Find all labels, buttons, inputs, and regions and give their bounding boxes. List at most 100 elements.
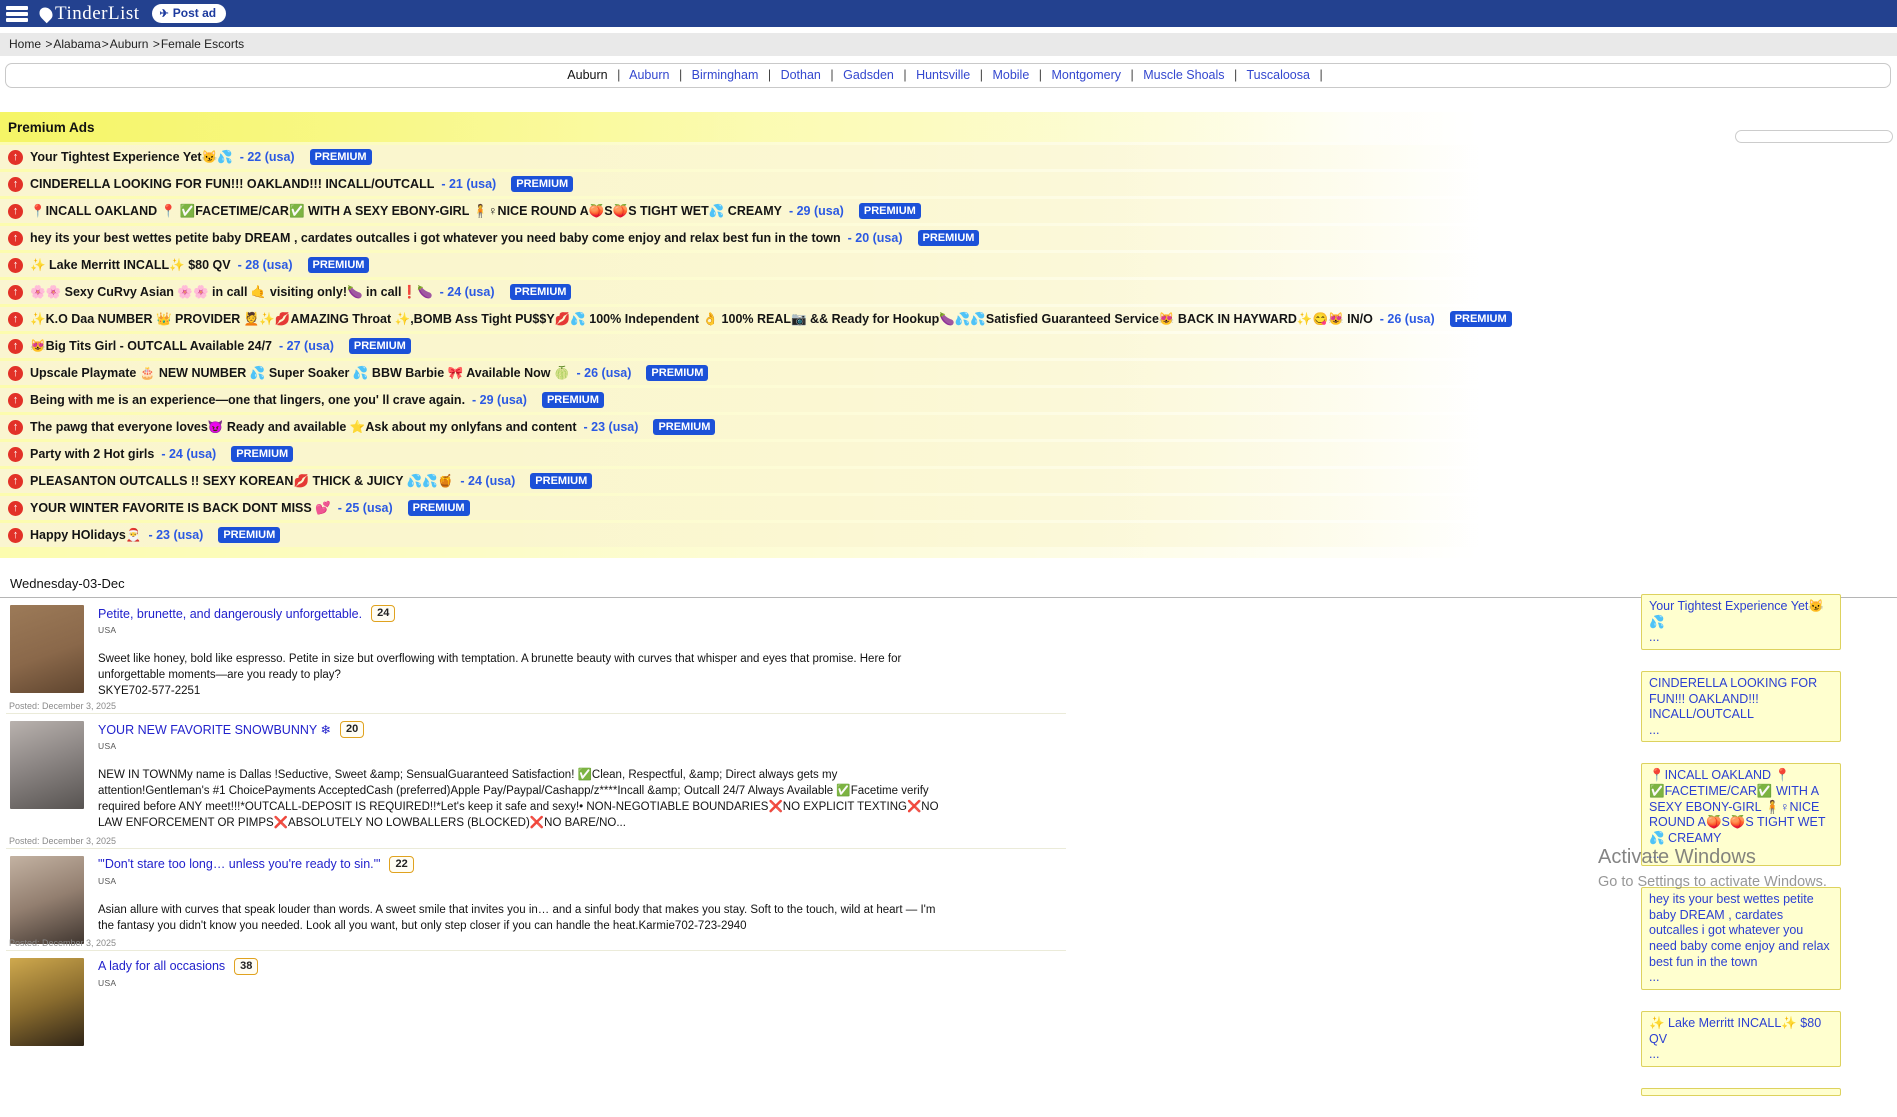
premium-badge: PREMIUM xyxy=(231,446,293,462)
city-separator: | xyxy=(980,68,983,82)
post-title-link[interactable]: "'Don't stare too long… unless you're re… xyxy=(98,857,380,871)
city-link-montgomery[interactable]: Montgomery xyxy=(1052,68,1121,82)
post-title-link[interactable]: Petite, brunette, and dangerously unforg… xyxy=(98,607,362,621)
sidebar-ad-title[interactable]: CINDERELLA LOOKING FOR FUN!!! OAKLAND!!!… xyxy=(1649,676,1817,721)
post-country: USA xyxy=(98,625,1066,635)
premium-ad-title[interactable]: YOUR WINTER FAVORITE IS BACK DONT MISS 💕 xyxy=(30,501,331,516)
premium-ad-meta: - 23 (usa) xyxy=(584,420,639,434)
premium-ad-title[interactable]: Your Tightest Experience Yet😼💦 xyxy=(30,150,233,165)
site-logo[interactable]: TinderList xyxy=(40,3,140,25)
premium-ad-title[interactable]: Party with 2 Hot girls xyxy=(30,447,154,461)
breadcrumb-auburn[interactable]: Auburn xyxy=(110,37,149,51)
city-link-tuscaloosa[interactable]: Tuscaloosa xyxy=(1247,68,1310,82)
city-link-auburn[interactable]: Auburn xyxy=(629,68,669,82)
city-link-mobile[interactable]: Mobile xyxy=(992,68,1029,82)
premium-ad-meta: - 22 (usa) xyxy=(240,150,295,164)
sidebar-ad[interactable]: Your Tightest Experience Yet😼💦 ... xyxy=(1641,594,1841,650)
premium-ad-title[interactable]: The pawg that everyone loves😈 Ready and … xyxy=(30,420,577,435)
up-arrow-icon: ↑ xyxy=(8,393,23,408)
age-badge: 24 xyxy=(371,605,395,622)
premium-ad-meta: - 29 (usa) xyxy=(789,204,844,218)
post-thumbnail[interactable] xyxy=(10,856,84,944)
premium-ad-row[interactable]: ↑ Party with 2 Hot girls - 24 (usa) PREM… xyxy=(0,442,1897,466)
post-description: Asian allure with curves that speak loud… xyxy=(98,902,943,934)
up-arrow-icon: ↑ xyxy=(8,312,23,327)
post-description: NEW IN TOWNMy name is Dallas !Seductive,… xyxy=(98,767,943,831)
premium-ad-row[interactable]: ↑ YOUR WINTER FAVORITE IS BACK DONT MISS… xyxy=(0,496,1897,520)
premium-ad-title[interactable]: Happy HOlidays🎅 xyxy=(30,528,141,543)
sidebar-ad-ellipsis: ... xyxy=(1649,1047,1833,1063)
sidebar-ad-title[interactable]: ✨ Lake Merritt INCALL✨ $80 QV xyxy=(1649,1016,1821,1046)
premium-ad-title[interactable]: 🌸🌸 Sexy CuRvy Asian 🌸🌸 in call 🤙 visitin… xyxy=(30,285,433,300)
city-link-huntsville[interactable]: Huntsville xyxy=(916,68,970,82)
post-thumbnail[interactable] xyxy=(10,958,84,1046)
premium-badge: PREMIUM xyxy=(510,284,572,300)
breadcrumb-female-escorts[interactable]: Female Escorts xyxy=(161,37,244,51)
post-ad-button[interactable]: ✈ Post ad xyxy=(152,4,227,23)
brand-name: TinderList xyxy=(55,3,140,25)
premium-ad-row[interactable]: ↑ ✨ Lake Merritt INCALL✨ $80 QV - 28 (us… xyxy=(0,253,1897,277)
premium-badge: PREMIUM xyxy=(218,527,280,543)
premium-ad-meta: - 26 (usa) xyxy=(1380,312,1435,326)
sidebar-ad[interactable]: ✨ Lake Merritt INCALL✨ $80 QV ... xyxy=(1641,1011,1841,1067)
post-title-link[interactable]: YOUR NEW FAVORITE SNOWBUNNY ❄ xyxy=(98,722,331,737)
sidebar-ad-title[interactable]: Your Tightest Experience Yet😼💦 xyxy=(1649,599,1824,629)
sidebar-ad[interactable]: hey its your best wettes petite baby DRE… xyxy=(1641,887,1841,990)
premium-ad-meta: - 24 (usa) xyxy=(440,285,495,299)
breadcrumb-separator: > xyxy=(45,37,52,51)
post-title-link[interactable]: A lady for all occasions xyxy=(98,959,225,973)
premium-ad-row[interactable]: ↑ hey its your best wettes petite baby D… xyxy=(0,226,1897,250)
menu-icon[interactable] xyxy=(6,6,28,22)
premium-ad-row[interactable]: ↑ The pawg that everyone loves😈 Ready an… xyxy=(0,415,1897,439)
premium-ad-title[interactable]: ✨ Lake Merritt INCALL✨ $80 QV xyxy=(30,258,231,273)
premium-badge: PREMIUM xyxy=(859,203,921,219)
premium-badge: PREMIUM xyxy=(646,365,708,381)
post-contact: SKYE702-577-2251 xyxy=(98,685,1066,697)
premium-ad-row[interactable]: ↑ Your Tightest Experience Yet😼💦 - 22 (u… xyxy=(0,145,1897,169)
breadcrumb-home[interactable]: Home xyxy=(9,37,41,51)
city-current: Auburn xyxy=(567,68,607,82)
post-thumbnail[interactable] xyxy=(10,605,84,693)
premium-ad-title[interactable]: Upscale Playmate 🎂 NEW NUMBER 💦 Super So… xyxy=(30,366,570,381)
premium-ad-row[interactable]: ↑ Happy HOlidays🎅 - 23 (usa) PREMIUM xyxy=(0,523,1897,547)
premium-ad-row[interactable]: ↑ ✨K.O Daa NUMBER 👑 PROVIDER 💆✨💋AMAZING … xyxy=(0,307,1897,331)
city-separator: | xyxy=(1130,68,1133,82)
sidebar-ad[interactable] xyxy=(1641,1088,1841,1096)
premium-badge: PREMIUM xyxy=(1450,311,1512,327)
premium-ad-row[interactable]: ↑ Being with me is an experience—one tha… xyxy=(0,388,1897,412)
premium-ads-heading: Premium Ads xyxy=(0,112,1897,142)
breadcrumb: Home >Alabama>Auburn >Female Escorts xyxy=(0,33,1897,56)
premium-ad-title[interactable]: PLEASANTON OUTCALLS !! SEXY KOREAN💋 THIC… xyxy=(30,474,453,489)
premium-ad-row[interactable]: ↑ 🌸🌸 Sexy CuRvy Asian 🌸🌸 in call 🤙 visit… xyxy=(0,280,1897,304)
premium-ad-title[interactable]: 📍INCALL OAKLAND 📍 ✅FACETIME/CAR✅ WITH A … xyxy=(30,204,782,219)
premium-ad-title[interactable]: hey its your best wettes petite baby DRE… xyxy=(30,231,841,245)
post-thumbnail[interactable] xyxy=(10,721,84,809)
premium-ad-row[interactable]: ↑ Upscale Playmate 🎂 NEW NUMBER 💦 Super … xyxy=(0,361,1897,385)
city-link-muscle-shoals[interactable]: Muscle Shoals xyxy=(1143,68,1224,82)
breadcrumb-separator: > xyxy=(153,37,160,51)
premium-ad-title[interactable]: Being with me is an experience—one that … xyxy=(30,393,465,407)
premium-ad-row[interactable]: ↑ CINDERELLA LOOKING FOR FUN!!! OAKLAND!… xyxy=(0,172,1897,196)
premium-ad-row[interactable]: ↑ 😻Big Tits Girl - OUTCALL Available 24/… xyxy=(0,334,1897,358)
city-link-birmingham[interactable]: Birmingham xyxy=(692,68,759,82)
breadcrumb-alabama[interactable]: Alabama xyxy=(53,37,100,51)
premium-ad-title[interactable]: CINDERELLA LOOKING FOR FUN!!! OAKLAND!!!… xyxy=(30,177,434,191)
city-link-dothan[interactable]: Dothan xyxy=(781,68,821,82)
sidebar-ad[interactable]: 📍INCALL OAKLAND 📍 ✅FACETIME/CAR✅ WITH A … xyxy=(1641,763,1841,866)
city-nav-box: Auburn | Auburn | Birmingham | Dothan | … xyxy=(5,63,1891,88)
city-link-gadsden[interactable]: Gadsden xyxy=(843,68,894,82)
sidebar-ad-title[interactable]: 📍INCALL OAKLAND 📍 ✅FACETIME/CAR✅ WITH A … xyxy=(1649,768,1826,845)
premium-ad-row[interactable]: ↑ 📍INCALL OAKLAND 📍 ✅FACETIME/CAR✅ WITH … xyxy=(0,199,1897,223)
premium-ad-title[interactable]: 😻Big Tits Girl - OUTCALL Available 24/7 xyxy=(30,339,272,354)
post-ad-label: Post ad xyxy=(173,6,216,20)
empty-rounded-box[interactable] xyxy=(1735,130,1893,143)
send-icon: ✈ xyxy=(160,7,169,20)
sidebar-ad-ellipsis: ... xyxy=(1649,970,1833,986)
sidebar-ad[interactable]: CINDERELLA LOOKING FOR FUN!!! OAKLAND!!!… xyxy=(1641,671,1841,743)
premium-ad-title[interactable]: ✨K.O Daa NUMBER 👑 PROVIDER 💆✨💋AMAZING Th… xyxy=(30,312,1373,327)
premium-ad-meta: - 29 (usa) xyxy=(472,393,527,407)
premium-ad-row[interactable]: ↑ PLEASANTON OUTCALLS !! SEXY KOREAN💋 TH… xyxy=(0,469,1897,493)
post-date: Posted: December 3, 2025 xyxy=(9,701,116,711)
post-country: USA xyxy=(98,741,1066,751)
sidebar-ad-title[interactable]: hey its your best wettes petite baby DRE… xyxy=(1649,892,1830,969)
